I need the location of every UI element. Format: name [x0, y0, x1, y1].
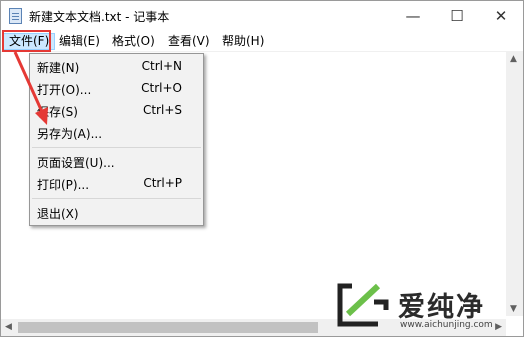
maximize-icon: ☐ — [450, 7, 464, 25]
menu-item-label: 打印(P)... — [37, 178, 90, 192]
menu-item-page-setup[interactable]: 页面设置(U)... — [30, 151, 203, 173]
scroll-left-icon[interactable]: ◀ — [5, 322, 12, 332]
watermark-url: www.aichunjing.com — [400, 320, 493, 330]
menu-item-label: 退出(X) — [37, 207, 79, 221]
menu-item-shortcut: Ctrl+N — [141, 59, 182, 73]
menu-item-shortcut: Ctrl+O — [141, 81, 182, 95]
scroll-up-icon[interactable]: ▲ — [510, 54, 517, 64]
minimize-icon: — — [405, 7, 421, 25]
menu-item-label: 页面设置(U)... — [37, 156, 115, 170]
menu-item-shortcut: Ctrl+S — [142, 103, 182, 117]
maximize-button[interactable]: ☐ — [435, 1, 479, 31]
logo-slash — [345, 283, 381, 317]
menu-item-print[interactable]: 打印(P)... Ctrl+P — [30, 173, 203, 195]
notepad-window: 新建文本文档.txt - 记事本 — ☐ ✕ 文件(F) 编辑(E) 格式(O)… — [0, 0, 524, 337]
minimize-button[interactable]: — — [391, 1, 435, 31]
close-button[interactable]: ✕ — [479, 1, 523, 31]
watermark: 爱纯净 www.aichunjing.com — [334, 280, 519, 336]
horizontal-scroll-thumb[interactable] — [18, 322, 318, 333]
watermark-text: 爱纯净 — [398, 292, 485, 323]
menu-view[interactable]: 查看(V) — [163, 33, 215, 50]
menu-separator — [32, 198, 201, 199]
vertical-scrollbar[interactable]: ▲ ▼ — [506, 52, 523, 316]
menu-separator — [32, 147, 201, 148]
menu-item-exit[interactable]: 退出(X) — [30, 202, 203, 224]
logo-corner — [374, 299, 389, 310]
menu-item-shortcut: Ctrl+P — [143, 176, 182, 190]
close-icon: ✕ — [494, 7, 508, 25]
annotation-arrow-icon — [13, 51, 48, 125]
menu-help[interactable]: 帮助(H) — [217, 33, 269, 50]
annotation-arrow-shaft — [13, 51, 45, 115]
watermark-logo-icon — [337, 283, 389, 327]
